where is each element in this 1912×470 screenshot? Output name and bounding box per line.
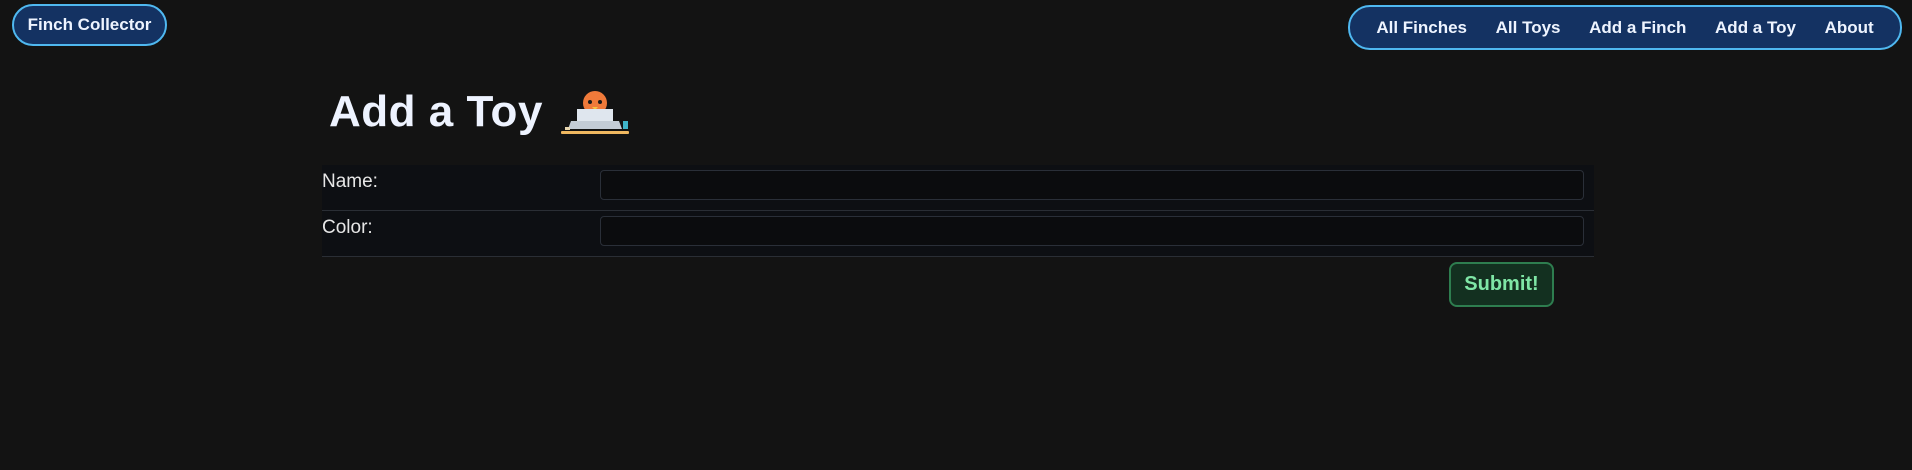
nav-all-toys[interactable]: All Toys bbox=[1496, 18, 1561, 38]
color-label: Color: bbox=[322, 217, 373, 238]
main-nav: All Finches All Toys Add a Finch Add a T… bbox=[1348, 5, 1902, 50]
page-title: Add a Toy bbox=[329, 87, 543, 136]
top-navbar: Finch Collector All Finches All Toys Add… bbox=[0, 0, 1912, 60]
nav-add-finch[interactable]: Add a Finch bbox=[1589, 18, 1686, 38]
name-input[interactable] bbox=[600, 170, 1584, 200]
finch-at-laptop-icon bbox=[560, 91, 629, 134]
submit-button[interactable]: Submit! bbox=[1449, 262, 1554, 307]
name-label: Name: bbox=[322, 171, 378, 192]
form-row-name: Name: bbox=[322, 165, 1594, 211]
add-toy-form: Name: Color: bbox=[322, 165, 1594, 257]
color-input[interactable] bbox=[600, 216, 1584, 246]
nav-about[interactable]: About bbox=[1825, 18, 1874, 38]
brand-home-link[interactable]: Finch Collector bbox=[12, 4, 167, 46]
form-row-color: Color: bbox=[322, 211, 1594, 257]
nav-all-finches[interactable]: All Finches bbox=[1376, 18, 1467, 38]
page-header: Add a Toy bbox=[329, 82, 631, 142]
nav-add-toy[interactable]: Add a Toy bbox=[1715, 18, 1796, 38]
